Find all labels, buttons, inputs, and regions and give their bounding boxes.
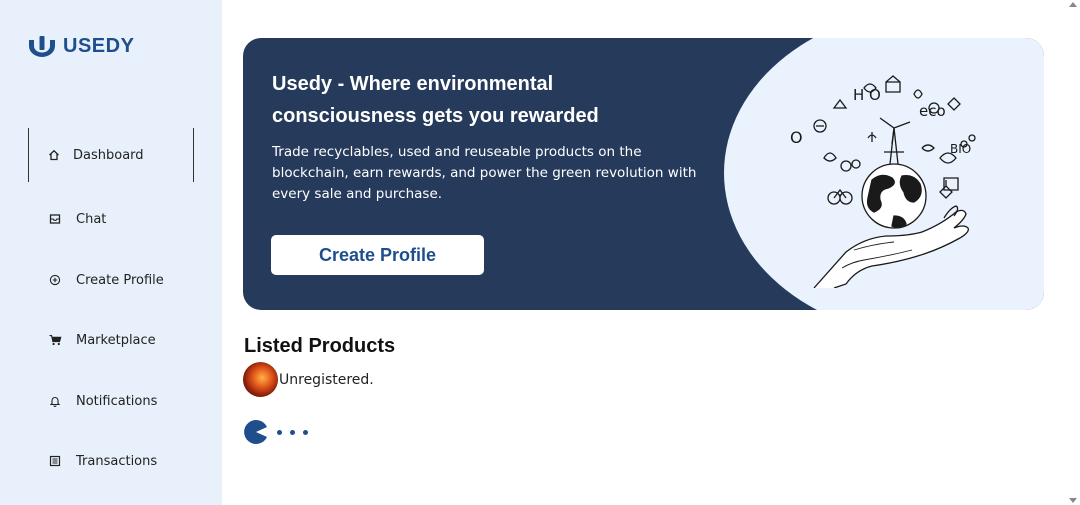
sidebar-item-chat[interactable]: Chat — [28, 192, 194, 246]
sidebar-item-label: Notifications — [76, 393, 158, 409]
scrollbar-up-arrow[interactable] — [1069, 2, 1077, 7]
home-icon — [47, 148, 61, 162]
avatar — [243, 362, 278, 397]
inbox-icon — [48, 212, 62, 226]
o2-label: O — [790, 128, 803, 147]
eco-illustration: H O eco O BIO — [724, 38, 1044, 310]
sidebar-item-transactions[interactable]: Transactions — [28, 434, 194, 488]
scrollbar-down-arrow[interactable] — [1069, 498, 1077, 503]
sidebar-item-label: Dashboard — [73, 147, 144, 163]
usedy-logo-icon — [29, 36, 55, 57]
sidebar-item-label: Chat — [76, 211, 107, 227]
list-item[interactable]: Unregistered. — [243, 362, 374, 397]
loading-indicator — [243, 419, 308, 445]
sidebar-item-label: Marketplace — [76, 332, 156, 348]
bio-label: BIO — [950, 142, 972, 156]
registration-status: Unregistered. — [279, 371, 374, 388]
plus-circle-icon — [48, 273, 62, 287]
bell-icon — [48, 394, 62, 408]
sidebar-item-label: Create Profile — [76, 272, 164, 288]
sidebar-item-marketplace[interactable]: Marketplace — [28, 313, 194, 367]
sidebar-item-notifications[interactable]: Notifications — [28, 374, 194, 428]
hand-globe-illustration — [813, 75, 976, 288]
loader-dot — [303, 429, 308, 435]
sidebar: USEDY Dashboard Chat Create Profile Mark… — [0, 0, 222, 505]
brand-logo[interactable]: USEDY — [27, 34, 134, 58]
brand-name: USEDY — [63, 34, 135, 57]
hero-description: Trade recyclables, used and reuseable pr… — [272, 144, 697, 202]
listed-products-title: Listed Products — [244, 335, 396, 357]
eco-label: eco — [919, 102, 946, 120]
create-profile-button[interactable]: Create Profile — [271, 235, 484, 275]
receipt-icon — [48, 454, 62, 468]
pacman-loader-icon — [244, 420, 267, 444]
loader-dot — [277, 429, 282, 435]
sidebar-item-dashboard[interactable]: Dashboard — [28, 128, 194, 182]
loader-dot — [290, 429, 295, 435]
hero-title: Usedy - Where environmental consciousnes… — [272, 73, 599, 127]
h2o-label: H O — [853, 86, 881, 104]
sidebar-item-label: Transactions — [76, 453, 158, 469]
cart-icon — [48, 333, 62, 347]
hero-banner: Usedy - Where environmental consciousnes… — [243, 38, 1044, 310]
sidebar-item-create-profile[interactable]: Create Profile — [28, 253, 194, 307]
